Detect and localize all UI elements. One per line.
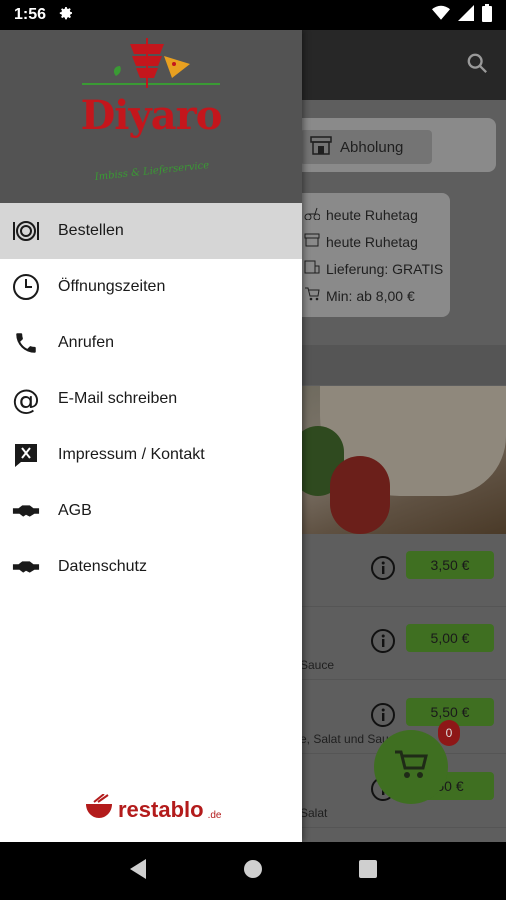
handshake-icon xyxy=(12,553,40,581)
info-icon[interactable] xyxy=(370,702,396,733)
menu-item-anrufen[interactable]: Anrufen xyxy=(0,315,302,371)
cart-icon xyxy=(393,749,429,786)
pickup-button[interactable]: Abholung xyxy=(300,130,432,164)
cart-button[interactable] xyxy=(374,730,448,804)
signal-icon xyxy=(458,4,474,26)
price-button[interactable]: 3,50 € xyxy=(406,551,494,579)
info-icon[interactable] xyxy=(370,628,396,659)
wifi-icon xyxy=(432,5,450,26)
brand-tagline: Imbiss & Lieferservice xyxy=(94,160,210,183)
menu-item-oeffnungszeiten[interactable]: Öffnungszeiten xyxy=(0,259,302,315)
cart-icon xyxy=(304,287,320,304)
item-description: e, Salat und Sau xyxy=(300,732,389,746)
phone-icon xyxy=(12,329,40,357)
info-text: heute Ruhetag xyxy=(326,206,418,223)
store-icon xyxy=(304,233,320,250)
delivery-icon xyxy=(304,260,320,277)
info-text: Min: ab 8,00 € xyxy=(326,287,415,304)
system-nav-bar xyxy=(0,842,506,900)
info-row: Min: ab 8,00 € xyxy=(304,282,450,309)
menu-label: Datenschutz xyxy=(58,558,147,575)
clock-icon xyxy=(12,273,40,301)
restablo-wordmark: restablo xyxy=(118,796,204,822)
menu-label: E-Mail schreiben xyxy=(58,390,178,407)
menu-item-impressum[interactable]: Impressum / Kontakt xyxy=(0,427,302,483)
brand-name: Diyaro xyxy=(80,92,223,139)
menu-item-datenschutz[interactable]: Datenschutz xyxy=(0,539,302,595)
order-icon xyxy=(12,217,40,245)
drawer-menu: Bestellen Öffnungszeiten Anrufen @ E-Mai… xyxy=(0,203,302,595)
restaurant-logo: Diyaro Imbiss & Lieferservice xyxy=(78,36,224,200)
menu-item-agb[interactable]: AGB xyxy=(0,483,302,539)
drawer-header: Diyaro Imbiss & Lieferservice xyxy=(0,30,302,203)
battery-icon xyxy=(482,3,492,27)
restablo-tld: .de xyxy=(207,810,222,821)
status-time: 1:56 xyxy=(14,6,47,23)
info-row: heute Ruhetag xyxy=(304,201,450,228)
home-icon[interactable] xyxy=(243,859,263,884)
menu-item-email[interactable]: @ E-Mail schreiben xyxy=(0,371,302,427)
search-icon[interactable] xyxy=(466,52,488,79)
category-image xyxy=(290,386,506,534)
recents-icon[interactable] xyxy=(358,859,378,884)
scooter-icon xyxy=(304,206,321,223)
settings-gear-icon xyxy=(58,5,74,26)
doner-pizza-logo-icon xyxy=(82,38,220,88)
item-description: Sauce xyxy=(300,658,335,672)
menu-label: AGB xyxy=(58,502,92,519)
imprint-icon xyxy=(12,441,40,469)
item-description: Salat xyxy=(300,806,328,820)
shop-info-card: heute Ruhetag heute Ruhetag Lieferung: G… xyxy=(290,193,450,317)
cart-count-badge: 0 xyxy=(438,720,460,746)
menu-label: Impressum / Kontakt xyxy=(58,446,205,463)
menu-item-bestellen[interactable]: Bestellen xyxy=(0,203,302,259)
info-row: Lieferung: GRATIS xyxy=(304,255,450,282)
navigation-drawer: Diyaro Imbiss & Lieferservice Bestellen … xyxy=(0,30,302,842)
pickup-label: Abholung xyxy=(340,138,404,156)
restablo-logo: restablo .de xyxy=(84,793,222,825)
price-button[interactable]: 5,00 € xyxy=(406,624,494,652)
menu-label: Anrufen xyxy=(58,334,115,351)
info-text: heute Ruhetag xyxy=(326,233,418,250)
at-icon: @ xyxy=(12,382,40,416)
info-icon[interactable] xyxy=(370,555,396,586)
status-bar: 1:56 xyxy=(0,0,506,30)
bowl-icon xyxy=(84,793,114,825)
store-icon xyxy=(310,135,332,159)
back-icon[interactable] xyxy=(128,858,148,885)
info-text: Lieferung: GRATIS xyxy=(326,260,444,277)
info-row: heute Ruhetag xyxy=(304,228,450,255)
menu-label: Öffnungszeiten xyxy=(58,278,166,295)
menu-label: Bestellen xyxy=(58,222,124,239)
handshake-icon xyxy=(12,497,40,525)
